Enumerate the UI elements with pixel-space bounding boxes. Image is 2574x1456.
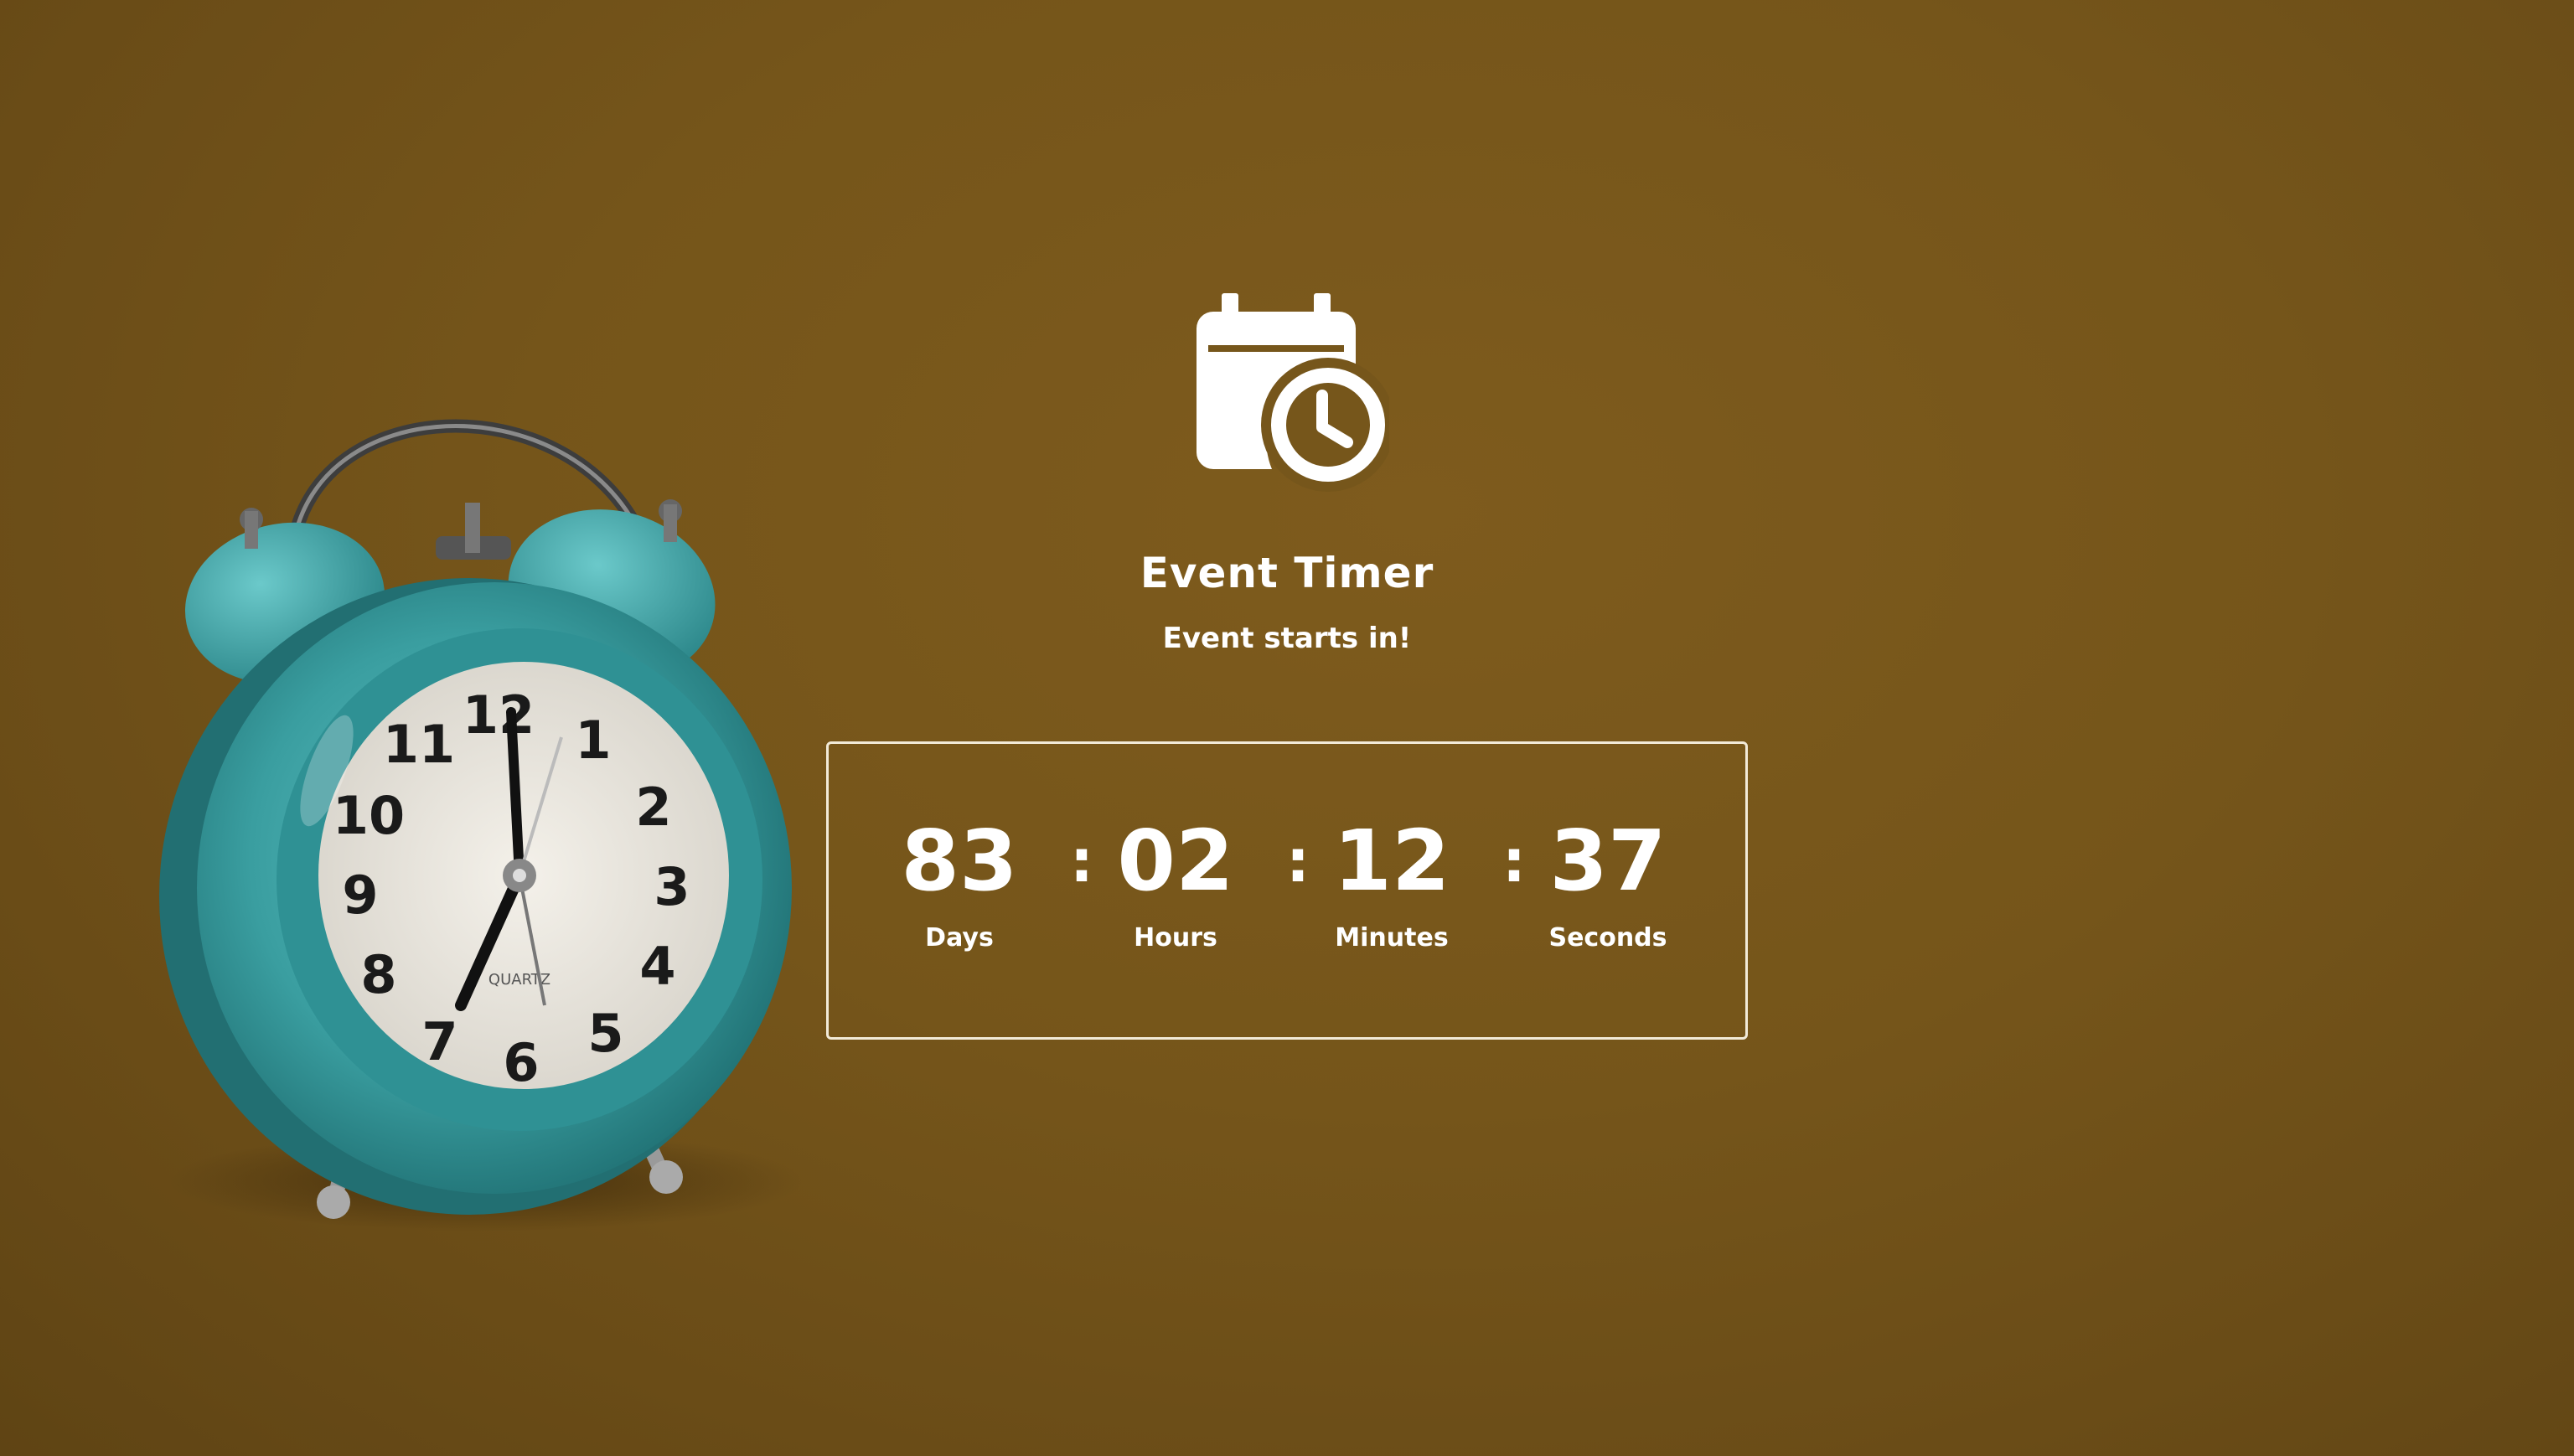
minutes-label: Minutes (1335, 923, 1449, 953)
hours-value: 02 (1117, 812, 1234, 910)
calendar-clock-icon (1197, 293, 1389, 492)
days-value: 83 (901, 812, 1018, 910)
svg-text:12: 12 (463, 684, 535, 746)
seconds-value: 37 (1549, 812, 1667, 910)
svg-text:2: 2 (635, 777, 671, 838)
page-title: Event Timer (1140, 549, 1434, 597)
svg-text:11: 11 (383, 714, 455, 775)
countdown-box: 83 Days : 02 Hours : 12 Minutes : 37 Sec… (826, 741, 1748, 1040)
svg-text:3: 3 (654, 856, 690, 917)
seconds-label: Seconds (1548, 923, 1667, 953)
svg-text:8: 8 (360, 944, 396, 1005)
svg-text:9: 9 (342, 865, 378, 926)
svg-text:7: 7 (421, 1011, 457, 1072)
countdown-hours: 02 Hours (1092, 819, 1259, 953)
countdown-days: 83 Days (876, 819, 1043, 953)
alarm-clock-image: 12 1 2 3 4 5 6 7 8 9 10 11 QUARTZ (159, 419, 804, 1231)
svg-text:6: 6 (503, 1032, 539, 1093)
countdown-minutes: 12 Minutes (1308, 819, 1476, 953)
minutes-value: 12 (1333, 812, 1450, 910)
svg-text:1: 1 (575, 710, 611, 771)
event-timer-page: 12 1 2 3 4 5 6 7 8 9 10 11 QUARTZ Event … (0, 0, 2574, 1456)
hours-label: Hours (1134, 923, 1217, 953)
svg-text:4: 4 (639, 936, 675, 997)
days-label: Days (925, 923, 994, 953)
page-subtitle: Event starts in! (1162, 622, 1412, 655)
countdown-seconds: 37 Seconds (1524, 819, 1692, 953)
svg-text:10: 10 (333, 785, 405, 846)
svg-text:5: 5 (587, 1003, 623, 1064)
